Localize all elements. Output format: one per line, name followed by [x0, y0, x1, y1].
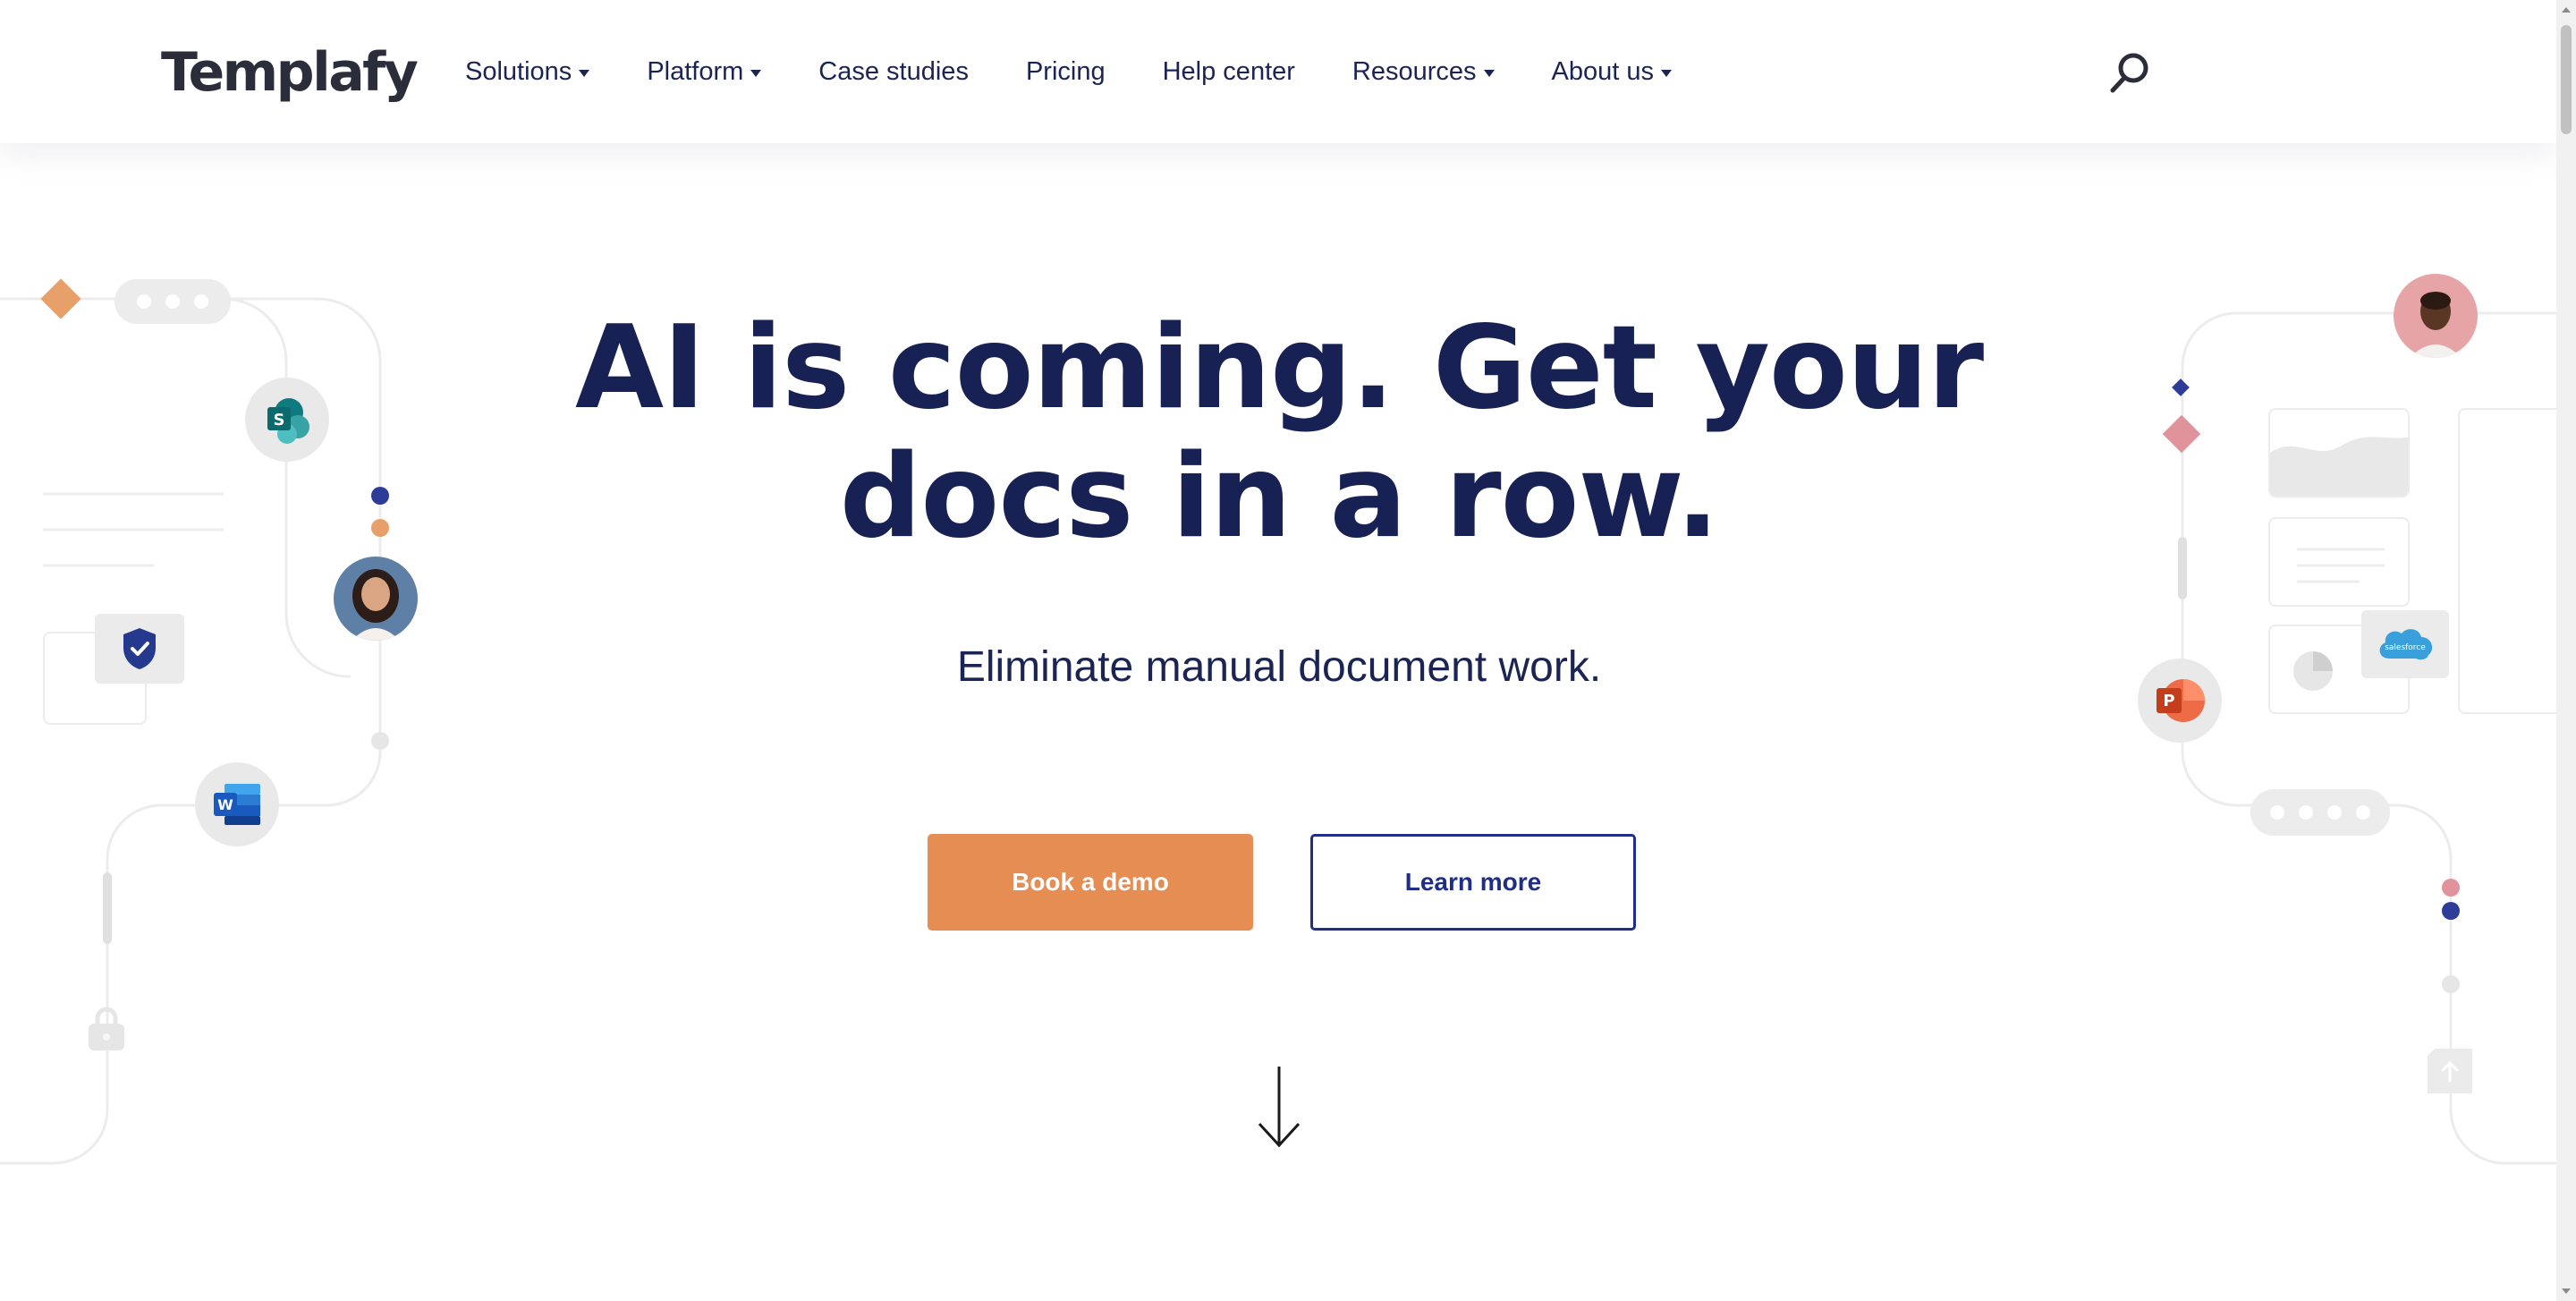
nav-pricing-label: Pricing	[1025, 56, 1106, 86]
dot-blue	[371, 487, 389, 505]
page: S W salesforce P Templafy Solutions Plat…	[0, 0, 2576, 1301]
chevron-down-icon	[1661, 69, 1673, 77]
nav-resources[interactable]: Resources	[1352, 57, 1495, 87]
nav-about-us[interactable]: About us	[1551, 56, 1673, 87]
salesforce-icon: salesforce	[2361, 610, 2449, 678]
typing-pill-right	[2250, 789, 2390, 836]
nav-solutions[interactable]: Solutions	[465, 56, 590, 87]
dot-grey-right	[2442, 975, 2460, 993]
nav-pricing[interactable]: Pricing	[1026, 57, 1106, 87]
chevron-down-icon	[750, 69, 762, 77]
hero-title: AI is coming. Get your docs in a row.	[572, 304, 1986, 562]
dot-blue-right	[2442, 902, 2460, 920]
scroll-down-arrow-icon[interactable]	[2562, 1288, 2571, 1294]
arrow-down-icon[interactable]	[1252, 1065, 1306, 1149]
page-scrollbar[interactable]	[2556, 0, 2576, 1301]
nav-help-center-label: Help center	[1162, 56, 1295, 86]
dot-pink	[2442, 879, 2460, 897]
nav-resources-label: Resources	[1352, 56, 1477, 86]
dot-grey	[371, 732, 389, 750]
scroll-up-arrow-icon[interactable]	[2562, 7, 2571, 13]
nav-platform-label: Platform	[647, 56, 744, 86]
avatar-man	[2394, 274, 2478, 358]
sharepoint-icon: S	[245, 378, 329, 462]
nav-about-us-label: About us	[1551, 56, 1655, 86]
lock-icon	[86, 1006, 127, 1052]
avatar-woman	[334, 557, 418, 641]
svg-text:S: S	[274, 411, 285, 429]
nav-platform[interactable]: Platform	[647, 56, 762, 87]
learn-more-button[interactable]: Learn more	[1310, 834, 1636, 931]
svg-text:salesforce: salesforce	[2385, 643, 2426, 652]
hero-subtitle: Eliminate manual document work.	[956, 643, 1602, 691]
powerpoint-icon: P	[2138, 659, 2222, 743]
word-icon: W	[195, 762, 279, 846]
book-demo-button[interactable]: Book a demo	[928, 834, 1253, 931]
nav-case-studies[interactable]: Case studies	[818, 57, 969, 87]
dot-orange	[371, 519, 389, 537]
templafy-logo[interactable]: Templafy	[161, 41, 419, 104]
chevron-down-icon	[579, 69, 590, 77]
shield-check-icon	[95, 614, 184, 684]
nav-solutions-label: Solutions	[465, 56, 572, 86]
typing-pill	[114, 279, 231, 324]
site-header: Templafy Solutions Platform Case studies…	[0, 0, 2556, 143]
chevron-down-icon	[1483, 69, 1495, 77]
search-icon[interactable]	[2107, 50, 2152, 95]
svg-text:P: P	[2163, 692, 2174, 710]
upload-icon	[2426, 1047, 2474, 1095]
hero-title-line1: AI is coming. Get your	[574, 302, 1984, 435]
hero-title-line2: docs in a row.	[839, 430, 1719, 564]
text-card-right	[2268, 517, 2410, 607]
chart-card-right	[2268, 408, 2410, 497]
main-nav: Solutions Platform Case studies Pricing …	[465, 0, 1729, 143]
nav-help-center[interactable]: Help center	[1163, 57, 1295, 87]
scroll-thumb[interactable]	[2561, 25, 2572, 134]
svg-text:W: W	[217, 796, 233, 813]
nav-case-studies-label: Case studies	[818, 56, 969, 86]
